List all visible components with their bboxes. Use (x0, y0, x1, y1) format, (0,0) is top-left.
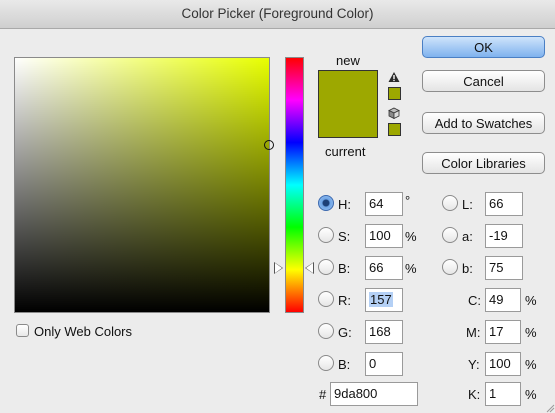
k-unit: % (525, 387, 537, 402)
g-field[interactable]: 168 (365, 320, 403, 344)
hex-field[interactable]: 9da800 (330, 382, 418, 406)
only-web-colors-label[interactable]: Only Web Colors (34, 324, 132, 339)
only-web-colors-checkbox[interactable] (16, 324, 29, 337)
ok-button[interactable]: OK (422, 36, 545, 58)
y-label: Y: (468, 357, 480, 372)
c-unit: % (525, 293, 537, 308)
r-field[interactable]: 157 (365, 288, 403, 312)
b-unit: % (405, 261, 417, 276)
g-label: G: (338, 325, 352, 340)
r-field-value: 157 (369, 292, 393, 307)
r-label: R: (338, 293, 351, 308)
h-unit: ° (405, 193, 411, 208)
lab-b-label: b: (462, 261, 473, 276)
radio-h[interactable] (318, 195, 334, 211)
s-label: S: (338, 229, 351, 244)
web-safe-swatch[interactable] (388, 123, 401, 136)
radio-a[interactable] (442, 227, 458, 243)
a-label: a: (462, 229, 473, 244)
a-field[interactable]: -19 (485, 224, 523, 248)
color-field-marker[interactable] (264, 140, 274, 150)
hex-label: # (319, 387, 327, 402)
warning-triangle-icon[interactable] (388, 71, 400, 83)
new-label: new (336, 53, 360, 68)
hue-slider-handle-right[interactable] (306, 263, 313, 273)
color-libraries-button[interactable]: Color Libraries (422, 152, 545, 174)
l-field[interactable]: 66 (485, 192, 523, 216)
c-field[interactable]: 49 (485, 288, 521, 312)
add-to-swatches-button[interactable]: Add to Swatches (422, 112, 545, 134)
k-label: K: (468, 387, 481, 402)
radio-s[interactable] (318, 227, 334, 243)
window-title: Color Picker (Foreground Color) (0, 0, 555, 29)
radio-l[interactable] (442, 195, 458, 211)
y-unit: % (525, 357, 537, 372)
gamut-warning-swatch[interactable] (388, 87, 401, 100)
color-picker-window: Color Picker (Foreground Color) new curr… (0, 0, 555, 413)
h-label: H: (338, 197, 351, 212)
lab-b-field[interactable]: 75 (485, 256, 523, 280)
color-field[interactable] (14, 57, 270, 313)
c-label: C: (468, 293, 481, 308)
radio-b[interactable] (318, 259, 334, 275)
blue-label: B: (338, 357, 351, 372)
hue-slider[interactable] (285, 57, 304, 313)
radio-g[interactable] (318, 323, 334, 339)
b-label: B: (338, 261, 351, 276)
m-label: M: (466, 325, 481, 340)
s-unit: % (405, 229, 417, 244)
l-label: L: (462, 197, 473, 212)
hue-slider-handle-left[interactable] (275, 263, 282, 273)
m-unit: % (525, 325, 537, 340)
cancel-button[interactable]: Cancel (422, 70, 545, 92)
radio-blue[interactable] (318, 355, 334, 371)
radio-r[interactable] (318, 291, 334, 307)
current-label: current (325, 144, 366, 159)
resize-grip-icon[interactable] (545, 403, 555, 413)
y-field[interactable]: 100 (485, 352, 521, 376)
k-field[interactable]: 1 (485, 382, 521, 406)
h-field[interactable]: 64 (365, 192, 403, 216)
blue-field[interactable]: 0 (365, 352, 403, 376)
radio-lab-b[interactable] (442, 259, 458, 275)
s-field[interactable]: 100 (365, 224, 403, 248)
m-field[interactable]: 17 (485, 320, 521, 344)
cube-icon[interactable] (388, 107, 400, 119)
new-current-swatch (318, 70, 378, 138)
b-field[interactable]: 66 (365, 256, 403, 280)
